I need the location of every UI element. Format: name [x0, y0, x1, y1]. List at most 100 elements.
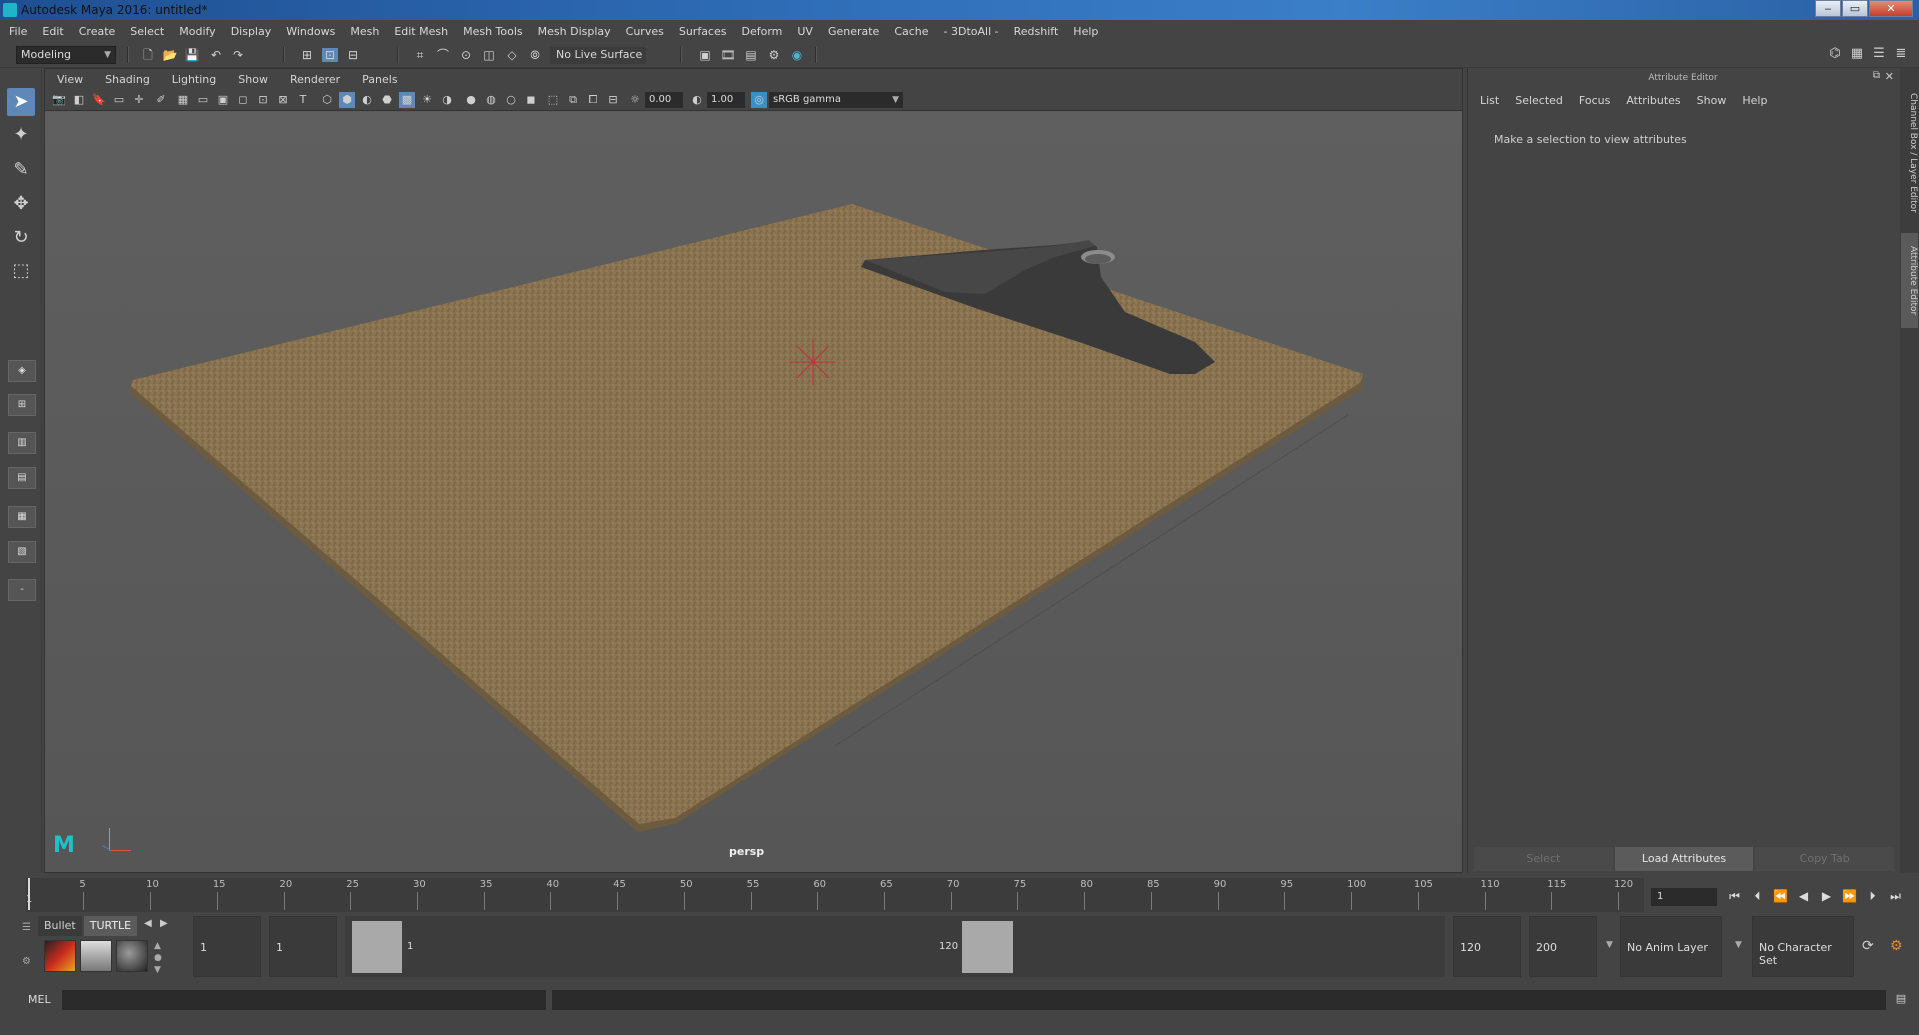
film-gate-icon[interactable]: ▭: [195, 92, 211, 108]
isolate-select-icon[interactable]: ⬚: [545, 92, 561, 108]
tab-attribute-editor[interactable]: Attribute Editor: [1901, 233, 1918, 328]
live-surface-icon[interactable]: ⦾: [527, 48, 543, 62]
channel-box-icon[interactable]: ≣: [1892, 45, 1910, 63]
turtle-bake-icon[interactable]: [80, 940, 112, 972]
gate-mask-icon[interactable]: ◻: [235, 92, 251, 108]
screen-space-ao-icon[interactable]: ●: [463, 92, 479, 108]
safe-action-icon[interactable]: ⊠: [275, 92, 291, 108]
resolution-gate-icon[interactable]: ▣: [215, 92, 231, 108]
wireframe-on-shaded-icon[interactable]: ⬣: [379, 92, 395, 108]
image-plane-icon[interactable]: ▭: [111, 92, 127, 108]
menu-windows[interactable]: Windows: [286, 25, 335, 38]
menu-generate[interactable]: Generate: [828, 25, 879, 38]
select-button[interactable]: Select: [1474, 847, 1613, 871]
custom-layout-icon[interactable]: ‑: [8, 579, 36, 601]
float-panel-icon[interactable]: ⧉: [1873, 70, 1880, 81]
menu-uv[interactable]: UV: [797, 25, 813, 38]
menu-cache[interactable]: Cache: [894, 25, 928, 38]
modeling-toolkit-icon[interactable]: ⌬: [1826, 45, 1844, 63]
copy-tab-button[interactable]: Copy Tab: [1755, 847, 1895, 871]
xray-components-icon[interactable]: ⊟: [605, 92, 621, 108]
play-backwards-icon[interactable]: ◀: [1794, 887, 1813, 905]
paint-select-tool-icon[interactable]: ✎: [7, 156, 35, 184]
render-settings-icon[interactable]: ⚙: [766, 48, 782, 62]
select-component-icon[interactable]: ⊟: [345, 48, 361, 62]
menu-modify[interactable]: Modify: [179, 25, 215, 38]
gamma-icon[interactable]: ◐: [689, 92, 705, 108]
shelf-scroll-right-icon[interactable]: ▶: [160, 918, 168, 929]
shelf-scroll-arrows[interactable]: ▲ ● ▼: [154, 940, 162, 976]
camera-select-icon[interactable]: 📷: [51, 92, 67, 108]
persp-graph-layout-icon[interactable]: ▤: [8, 467, 36, 489]
tab-channel-box[interactable]: Channel Box / Layer Editor: [1901, 78, 1918, 228]
go-to-end-icon[interactable]: ⏭: [1886, 887, 1905, 905]
single-perspective-layout-icon[interactable]: ◈: [8, 360, 36, 382]
playback-start-field[interactable]: 1: [269, 916, 337, 977]
menu-create[interactable]: Create: [79, 25, 116, 38]
select-hierarchy-icon[interactable]: ⊞: [299, 48, 315, 62]
panel-menu-show[interactable]: Show: [238, 73, 268, 86]
menu-surfaces[interactable]: Surfaces: [679, 25, 727, 38]
panel-menu-lighting[interactable]: Lighting: [172, 73, 216, 86]
shelf-scroll-left-icon[interactable]: ◀: [144, 918, 152, 929]
step-forward-frame-icon[interactable]: ⏵: [1863, 887, 1882, 905]
panel-menu-renderer[interactable]: Renderer: [290, 73, 340, 86]
default-material-icon[interactable]: ◐: [359, 92, 375, 108]
menu-mesh[interactable]: Mesh: [350, 25, 379, 38]
script-language-toggle[interactable]: MEL: [28, 993, 51, 1006]
textured-icon[interactable]: ▩: [399, 92, 415, 108]
wireframe-icon[interactable]: ⬡: [319, 92, 335, 108]
menu-set-dropdown[interactable]: Modeling ▼: [16, 46, 116, 64]
exposure-field[interactable]: 0.00: [645, 92, 683, 108]
menu-select[interactable]: Select: [130, 25, 164, 38]
field-chart-icon[interactable]: ⊡: [255, 92, 271, 108]
move-tool-icon[interactable]: ✥: [7, 190, 35, 218]
menu-redshift[interactable]: Redshift: [1014, 25, 1059, 38]
range-end-handle[interactable]: [962, 921, 1013, 973]
motion-blur-icon[interactable]: ◍: [483, 92, 499, 108]
turtle-render-icon[interactable]: [44, 940, 76, 972]
shadows-icon[interactable]: ◑: [439, 92, 455, 108]
save-scene-icon[interactable]: 💾: [184, 48, 200, 62]
auto-key-icon[interactable]: ⟳: [1862, 938, 1874, 954]
panel-menu-panels[interactable]: Panels: [362, 73, 397, 86]
current-frame-field[interactable]: 1: [1651, 888, 1717, 906]
menu-display[interactable]: Display: [231, 25, 272, 38]
grease-pencil-icon[interactable]: ✐: [153, 92, 169, 108]
animation-preferences-icon[interactable]: ⚙: [1890, 938, 1903, 954]
menu-3dtoall[interactable]: - 3DtoAll -: [944, 25, 999, 38]
ae-menu-show[interactable]: Show: [1697, 94, 1727, 107]
animation-end-field[interactable]: 200: [1529, 916, 1597, 977]
panel-menu-view[interactable]: View: [57, 73, 83, 86]
ipr-render-icon[interactable]: ▤: [743, 48, 759, 62]
grid-toggle-icon[interactable]: ▦: [175, 92, 191, 108]
use-all-lights-icon[interactable]: ☀: [419, 92, 435, 108]
play-forwards-icon[interactable]: ▶: [1817, 887, 1836, 905]
rotate-tool-icon[interactable]: ↻: [7, 224, 35, 252]
close-panel-icon[interactable]: ✕: [1885, 70, 1894, 83]
four-view-layout-icon[interactable]: ⊞: [8, 394, 36, 416]
safe-title-icon[interactable]: T: [295, 92, 311, 108]
exposure-icon[interactable]: ☼: [627, 92, 643, 108]
menu-mesh-tools[interactable]: Mesh Tools: [463, 25, 523, 38]
select-object-icon[interactable]: ⊡: [322, 48, 338, 62]
gamma-field[interactable]: 1.00: [707, 92, 745, 108]
mel-command-input[interactable]: [62, 990, 546, 1010]
shelf-settings-icon[interactable]: ⚙: [22, 956, 34, 967]
view-transform-dropdown[interactable]: sRGB gamma ▼: [769, 92, 903, 108]
live-surface-field[interactable]: No Live Surface: [550, 47, 646, 64]
ae-menu-selected[interactable]: Selected: [1515, 94, 1563, 107]
character-set-dropdown[interactable]: No Character Set: [1752, 916, 1854, 977]
two-d-pan-zoom-icon[interactable]: ✛: [131, 92, 147, 108]
range-start-handle[interactable]: [352, 921, 402, 973]
snap-surface-icon[interactable]: ◇: [504, 48, 520, 62]
menu-edit[interactable]: Edit: [42, 25, 63, 38]
menu-edit-mesh[interactable]: Edit Mesh: [394, 25, 448, 38]
maximize-button[interactable]: ▭: [1842, 0, 1868, 17]
lasso-tool-icon[interactable]: ✦: [7, 121, 35, 149]
panel-menu-shading[interactable]: Shading: [105, 73, 150, 86]
step-back-key-icon[interactable]: ⏪: [1771, 887, 1790, 905]
attribute-editor-toggle-icon[interactable]: ▦: [1848, 45, 1866, 63]
multisample-aa-icon[interactable]: ○: [503, 92, 519, 108]
go-to-start-icon[interactable]: ⏮: [1725, 887, 1744, 905]
